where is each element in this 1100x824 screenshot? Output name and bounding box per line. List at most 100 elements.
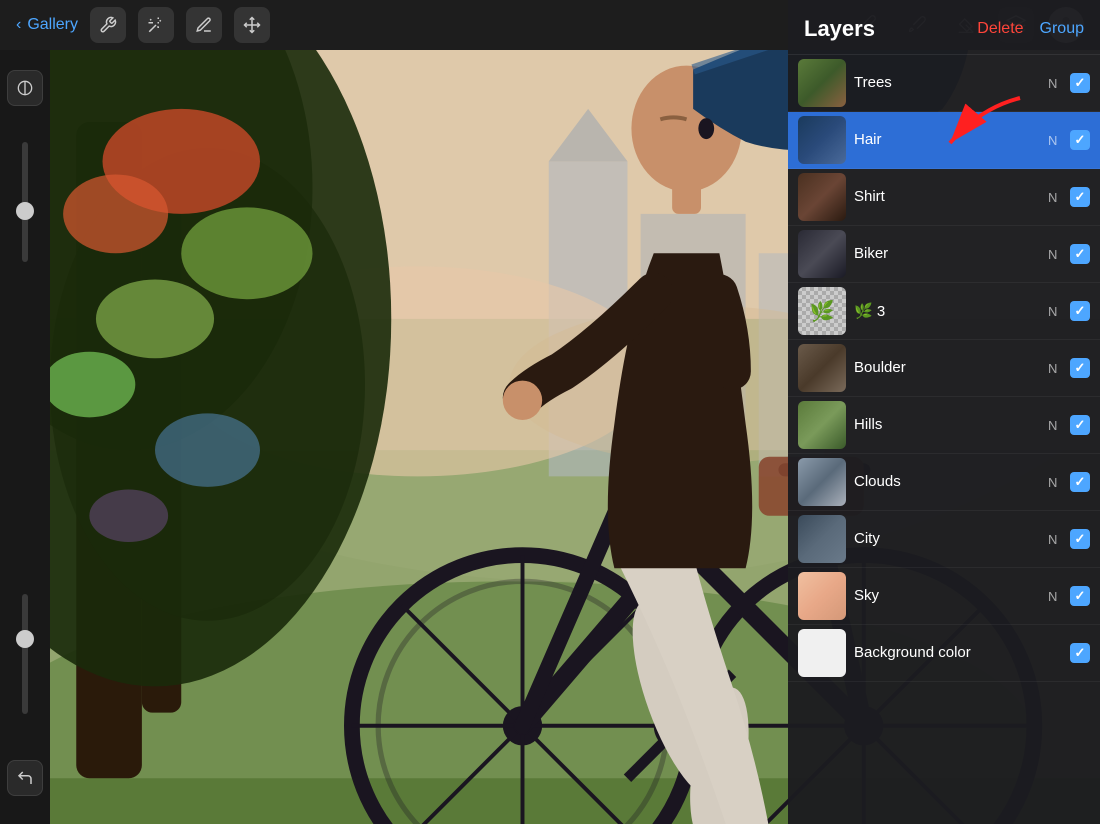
layer-name-city: City	[854, 530, 880, 547]
layer-item-layer3[interactable]: 🌿 🌿 3 N	[788, 283, 1100, 340]
layer-name-hair: Hair	[854, 131, 882, 148]
layer-mode-trees: N	[1048, 76, 1064, 91]
layer-thumbnail-trees	[798, 59, 846, 107]
layer-name-hills: Hills	[854, 416, 882, 433]
wrench-button[interactable]	[90, 7, 126, 43]
gallery-button[interactable]: ‹ Gallery	[16, 16, 78, 34]
layer-thumbnail-background	[798, 629, 846, 677]
layer-mode-biker: N	[1048, 247, 1064, 262]
layer-right-trees: N	[1048, 73, 1090, 93]
layer-visibility-city[interactable]	[1070, 529, 1090, 549]
layer-name-trees: Trees	[854, 74, 892, 91]
sketch-icon	[195, 16, 213, 34]
layer-name-shirt: Shirt	[854, 188, 885, 205]
layer-mode-clouds: N	[1048, 475, 1064, 490]
layer-info-hills: Hills	[846, 416, 1048, 434]
layer-name-boulder: Boulder	[854, 359, 906, 376]
layer-visibility-hair[interactable]	[1070, 130, 1090, 150]
layer-item-sky[interactable]: Sky N	[788, 568, 1100, 625]
layers-title: Layers	[804, 16, 977, 42]
layer-name-background: Background color	[854, 644, 971, 661]
layer-thumbnail-sky	[798, 572, 846, 620]
layer-visibility-background[interactable]	[1070, 643, 1090, 663]
layer-visibility-layer3[interactable]	[1070, 301, 1090, 321]
layer-right-layer3: N	[1048, 301, 1090, 321]
opacity-icon	[17, 80, 33, 96]
layer-info-trees: Trees	[846, 74, 1048, 92]
layer-info-clouds: Clouds	[846, 473, 1048, 491]
toolbar-left: ‹ Gallery	[16, 7, 270, 43]
layer-item-trees[interactable]: Trees N	[788, 55, 1100, 112]
layer-thumbnail-shirt	[798, 173, 846, 221]
layer-visibility-clouds[interactable]	[1070, 472, 1090, 492]
chevron-left-icon: ‹	[16, 16, 21, 34]
undo-button[interactable]	[7, 760, 43, 796]
layer-right-hills: N	[1048, 415, 1090, 435]
wrench-icon	[99, 16, 117, 34]
layer-item-city[interactable]: City N	[788, 511, 1100, 568]
layer-mode-shirt: N	[1048, 190, 1064, 205]
move-icon	[243, 16, 261, 34]
layers-panel: Layers Delete Group TreesNHairNShirtNBik…	[788, 0, 1100, 824]
layer-info-shirt: Shirt	[846, 188, 1048, 206]
layer-thumbnail-hair	[798, 116, 846, 164]
layer-info-hair: Hair	[846, 131, 1048, 149]
gallery-label: Gallery	[27, 16, 78, 34]
layer-right-background	[1070, 643, 1090, 663]
layer-right-clouds: N	[1048, 472, 1090, 492]
layer-right-hair: N	[1048, 130, 1090, 150]
layer-visibility-biker[interactable]	[1070, 244, 1090, 264]
layer-visibility-trees[interactable]	[1070, 73, 1090, 93]
layers-group-button[interactable]: Group	[1040, 20, 1084, 38]
layer-info-boulder: Boulder	[846, 359, 1048, 377]
layer-thumbnail-boulder	[798, 344, 846, 392]
layer-name-sky: Sky	[854, 587, 879, 604]
layer-mode-hair: N	[1048, 133, 1064, 148]
layer-mode-hills: N	[1048, 418, 1064, 433]
layer-thumbnail-biker	[798, 230, 846, 278]
layer-item-shirt[interactable]: Shirt N	[788, 169, 1100, 226]
layer-visibility-sky[interactable]	[1070, 586, 1090, 606]
layer-visibility-shirt[interactable]	[1070, 187, 1090, 207]
layer-name-biker: Biker	[854, 245, 888, 262]
wand-button[interactable]	[138, 7, 174, 43]
layer-item-hair[interactable]: Hair N	[788, 112, 1100, 169]
layer-item-clouds[interactable]: Clouds N	[788, 454, 1100, 511]
sketch-button[interactable]	[186, 7, 222, 43]
layer-mode-layer3: N	[1048, 304, 1064, 319]
layer-right-biker: N	[1048, 244, 1090, 264]
left-sidebar	[0, 50, 50, 824]
layer-info-biker: Biker	[846, 245, 1048, 263]
brush-opacity-slider[interactable]	[22, 594, 28, 714]
wand-icon	[147, 16, 165, 34]
layer-right-shirt: N	[1048, 187, 1090, 207]
layer-thumbnail-clouds	[798, 458, 846, 506]
layers-delete-button[interactable]: Delete	[977, 20, 1023, 38]
layer-thumbnail-layer3: 🌿	[798, 287, 846, 335]
layer-mode-city: N	[1048, 532, 1064, 547]
layer-right-sky: N	[1048, 586, 1090, 606]
layer-visibility-boulder[interactable]	[1070, 358, 1090, 378]
layer-right-boulder: N	[1048, 358, 1090, 378]
undo-icon	[16, 769, 34, 787]
layer-item-hills[interactable]: Hills N	[788, 397, 1100, 454]
brush-size-slider[interactable]	[22, 142, 28, 262]
layer-visibility-hills[interactable]	[1070, 415, 1090, 435]
arrow-button[interactable]	[234, 7, 270, 43]
layer-info-background: Background color	[846, 644, 1070, 662]
layers-list: TreesNHairNShirtNBikerN🌿🌿 3NBoulderNHill…	[788, 55, 1100, 824]
layer-item-biker[interactable]: Biker N	[788, 226, 1100, 283]
layer-thumbnail-city	[798, 515, 846, 563]
layer-info-layer3: 🌿 3	[846, 302, 1048, 321]
layer-right-city: N	[1048, 529, 1090, 549]
layer-name-layer3: 🌿 3	[854, 303, 885, 320]
layer-item-boulder[interactable]: Boulder N	[788, 340, 1100, 397]
layer-mode-sky: N	[1048, 589, 1064, 604]
layer-info-city: City	[846, 530, 1048, 548]
layer-mode-boulder: N	[1048, 361, 1064, 376]
layer-thumbnail-hills	[798, 401, 846, 449]
layer-item-background[interactable]: Background color	[788, 625, 1100, 682]
layers-header: Layers Delete Group	[788, 0, 1100, 55]
layer-name-clouds: Clouds	[854, 473, 901, 490]
sidebar-opacity-control[interactable]	[7, 70, 43, 106]
